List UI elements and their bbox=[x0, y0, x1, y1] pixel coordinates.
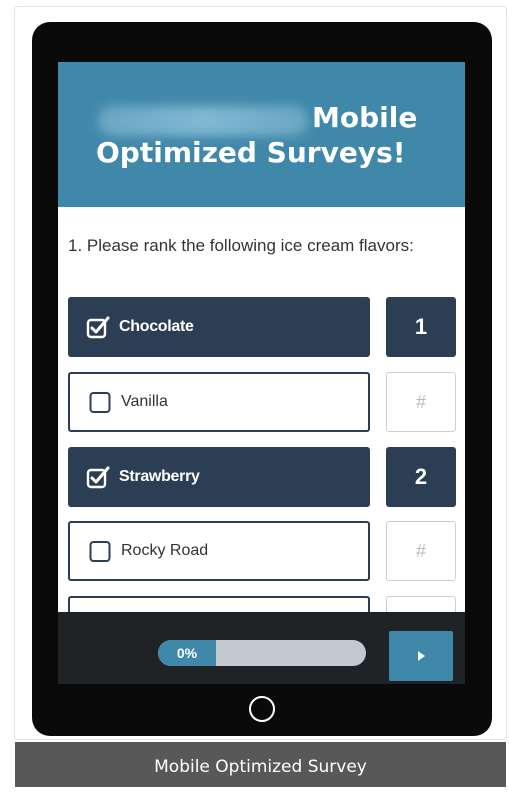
play-arrow-icon bbox=[418, 651, 425, 661]
rank-box-vanilla[interactable]: # bbox=[386, 372, 456, 432]
rank-box-chocolate[interactable]: 1 bbox=[386, 297, 456, 357]
checkbox-checked-icon bbox=[86, 466, 110, 489]
option-label: Rocky Road bbox=[121, 542, 209, 559]
header-title-line-2: Optimized Surveys! bbox=[96, 136, 406, 169]
brand-logo-blurred bbox=[98, 106, 308, 136]
option-label: Chocolate bbox=[119, 318, 194, 335]
progress-bar: 0% bbox=[158, 640, 366, 666]
checkbox-empty-icon bbox=[89, 541, 111, 562]
survey-footer: 0% bbox=[58, 612, 465, 684]
header-title-line-1: Mobile bbox=[312, 101, 418, 134]
next-button[interactable] bbox=[389, 631, 453, 681]
option-label: Vanilla bbox=[121, 393, 168, 410]
option-vanilla[interactable]: Vanilla bbox=[68, 372, 370, 432]
progress-label: 0% bbox=[176, 645, 198, 661]
survey-header: Mobile Optimized Surveys! bbox=[58, 62, 465, 207]
home-button[interactable] bbox=[249, 696, 275, 722]
checkbox-empty-icon bbox=[89, 392, 111, 413]
image-caption: Mobile Optimized Survey bbox=[15, 742, 506, 787]
option-strawberry[interactable]: Strawberry bbox=[68, 447, 370, 507]
survey-screen: Mobile Optimized Surveys! 1. Please rank… bbox=[58, 62, 465, 684]
question-text: 1. Please rank the following ice cream f… bbox=[68, 236, 414, 255]
option-chocolate[interactable]: Chocolate bbox=[68, 297, 370, 357]
rank-box-strawberry[interactable]: 2 bbox=[386, 447, 456, 507]
checkbox-checked-icon bbox=[86, 316, 110, 339]
rank-box-rocky-road[interactable]: # bbox=[386, 521, 456, 581]
option-rocky-road[interactable]: Rocky Road bbox=[68, 521, 370, 581]
tablet-device: Mobile Optimized Surveys! 1. Please rank… bbox=[32, 22, 492, 736]
option-label: Strawberry bbox=[119, 468, 200, 485]
